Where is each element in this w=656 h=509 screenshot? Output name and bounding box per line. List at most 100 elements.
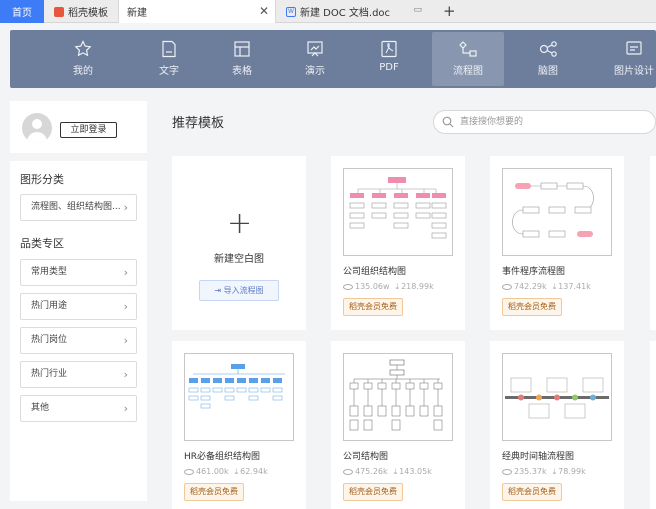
- chevron-right-icon: ›: [123, 368, 128, 381]
- tab-new[interactable]: 新建 ✕: [118, 0, 276, 23]
- download-icon: ⤓: [552, 282, 557, 291]
- avatar[interactable]: [22, 113, 52, 143]
- member-free-badge: 稻壳会员免费: [502, 483, 562, 501]
- search-icon: [442, 116, 454, 128]
- tab-docer-templates[interactable]: 稻壳模板: [48, 0, 116, 23]
- new-blank-label: 新建空白图: [214, 254, 264, 265]
- page-title: 推荐模板: [172, 116, 225, 131]
- member-free-badge: 稻壳会员免费: [343, 483, 403, 501]
- eye-icon: [502, 468, 512, 475]
- sidebar-item-label: 常用类型: [31, 267, 68, 277]
- category-zone-title: 品类专区: [20, 237, 64, 250]
- tab-doc-label: 新建 DOC 文档.doc: [300, 8, 391, 19]
- nav-pdf-label: PDF: [379, 62, 399, 73]
- sidebar-item-hot-uses[interactable]: 热门用途 ›: [20, 293, 137, 320]
- nav-image-design[interactable]: 图片设计: [598, 32, 656, 86]
- member-free-badge: 稻壳会员免费: [343, 298, 403, 316]
- chevron-right-icon: ›: [123, 402, 128, 415]
- template-stats: 475.26k ⤓ 143.05k: [343, 467, 432, 477]
- plus-icon: +: [227, 206, 253, 241]
- sidebar-item-hot-industries[interactable]: 热门行业 ›: [20, 361, 137, 388]
- sidebar-item-label: 其他: [31, 403, 50, 413]
- tab-home[interactable]: 首页: [0, 0, 44, 23]
- download-count: 62.94k: [240, 467, 268, 476]
- tab-new-label: 新建: [127, 8, 147, 19]
- nav-flowchart[interactable]: 流程图: [432, 32, 504, 86]
- pdf-icon: [381, 40, 397, 58]
- sidebar-item-other[interactable]: 其他 ›: [20, 395, 137, 422]
- sidebar-item-hot-positions[interactable]: 热门岗位 ›: [20, 327, 137, 354]
- nav-my[interactable]: 我的: [47, 32, 119, 86]
- flowchart-icon: [459, 41, 477, 57]
- category-nav: 我的 文字 表格 演示 PDF 流程图 脑图 图片设计: [10, 30, 656, 88]
- user-card: 立即登录: [10, 101, 147, 153]
- download-count: 218.99k: [401, 282, 434, 291]
- template-card[interactable]: 事件程序流程图 742.29k ⤓ 137.41k 稻壳会员免费: [490, 156, 624, 330]
- template-stats: 742.29k ⤓ 137.41k: [502, 282, 591, 292]
- nav-text-label: 文字: [159, 66, 179, 77]
- tab-home-label: 首页: [12, 8, 32, 19]
- new-blank-card[interactable]: + 新建空白图 ⇥ 导入流程图: [172, 156, 306, 330]
- template-thumbnail: [343, 353, 453, 441]
- tab-doc[interactable]: W 新建 DOC 文档.doc ▭: [280, 0, 432, 23]
- nav-table-label: 表格: [232, 66, 252, 77]
- sidebar-item-label: 热门行业: [31, 369, 68, 379]
- template-name: 事件程序流程图: [502, 267, 566, 277]
- sidebar-item-label: 热门岗位: [31, 335, 68, 345]
- nav-pdf[interactable]: PDF: [353, 32, 425, 86]
- download-icon: ⤓: [234, 467, 239, 476]
- chevron-right-icon: ›: [123, 334, 128, 347]
- template-card[interactable]: 公司组织结构图 135.06w ⤓ 218.99k 稻壳会员免费: [331, 156, 465, 330]
- member-free-badge: 稻壳会员免费: [184, 483, 244, 501]
- eye-icon: [502, 283, 512, 290]
- docer-icon: [54, 6, 64, 17]
- template-name: HR必备组织结构图: [184, 452, 261, 462]
- nav-mindmap-label: 脑图: [538, 66, 558, 77]
- template-card-partial[interactable]: [650, 156, 656, 330]
- presentation-icon: [307, 41, 323, 57]
- view-count: 135.06w: [355, 282, 390, 291]
- eye-icon: [184, 468, 194, 475]
- nav-image-design-label: 图片设计: [614, 66, 654, 77]
- nav-presentation-label: 演示: [305, 66, 325, 77]
- shape-category-title: 图形分类: [20, 173, 64, 186]
- login-button[interactable]: 立即登录: [60, 122, 117, 138]
- template-stats: 461.00k ⤓ 62.94k: [184, 467, 268, 477]
- template-thumbnail: [184, 353, 294, 441]
- template-thumbnail: [502, 168, 612, 256]
- template-card-partial[interactable]: [650, 341, 656, 509]
- sidebar-item-label: 热门用途: [31, 301, 68, 311]
- view-count: 475.26k: [355, 467, 388, 476]
- pin-icon[interactable]: ▭: [413, 5, 422, 15]
- new-tab-button[interactable]: +: [443, 2, 456, 20]
- template-card[interactable]: HR必备组织结构图 461.00k ⤓ 62.94k 稻壳会员免费: [172, 341, 306, 509]
- template-thumbnail: [502, 353, 612, 441]
- tab-bar: 首页 稻壳模板 新建 ✕ W 新建 DOC 文档.doc ▭ +: [0, 0, 656, 23]
- eye-icon: [343, 468, 353, 475]
- import-flowchart-button[interactable]: ⇥ 导入流程图: [199, 280, 279, 301]
- view-count: 235.37k: [514, 467, 547, 476]
- mindmap-icon: [539, 41, 557, 57]
- nav-presentation[interactable]: 演示: [279, 32, 351, 86]
- nav-text[interactable]: 文字: [133, 32, 205, 86]
- nav-mindmap[interactable]: 脑图: [512, 32, 584, 86]
- sidebar-item-common-types[interactable]: 常用类型 ›: [20, 259, 137, 286]
- word-doc-icon: W: [286, 6, 296, 17]
- view-count: 461.00k: [196, 467, 229, 476]
- member-free-badge: 稻壳会员免费: [502, 298, 562, 316]
- download-icon: ⤓: [393, 467, 398, 476]
- template-card[interactable]: 经典时间轴流程图 235.37k ⤓ 78.99k 稻壳会员免费: [490, 341, 624, 509]
- sidebar-item-flowchart-org[interactable]: 流程图、组织结构图... ›: [20, 194, 137, 221]
- template-name: 公司结构图: [343, 452, 389, 462]
- download-count: 137.41k: [558, 282, 591, 291]
- table-icon: [234, 41, 250, 57]
- search-input[interactable]: 直接搜你想要的: [433, 110, 656, 134]
- nav-my-label: 我的: [73, 66, 93, 77]
- nav-table[interactable]: 表格: [206, 32, 278, 86]
- template-name: 公司组织结构图: [343, 267, 407, 277]
- document-icon: [162, 40, 176, 58]
- eye-icon: [343, 283, 353, 290]
- star-icon: [74, 40, 92, 57]
- close-icon[interactable]: ✕: [259, 4, 269, 18]
- template-card[interactable]: 公司结构图 475.26k ⤓ 143.05k 稻壳会员免费: [331, 341, 465, 509]
